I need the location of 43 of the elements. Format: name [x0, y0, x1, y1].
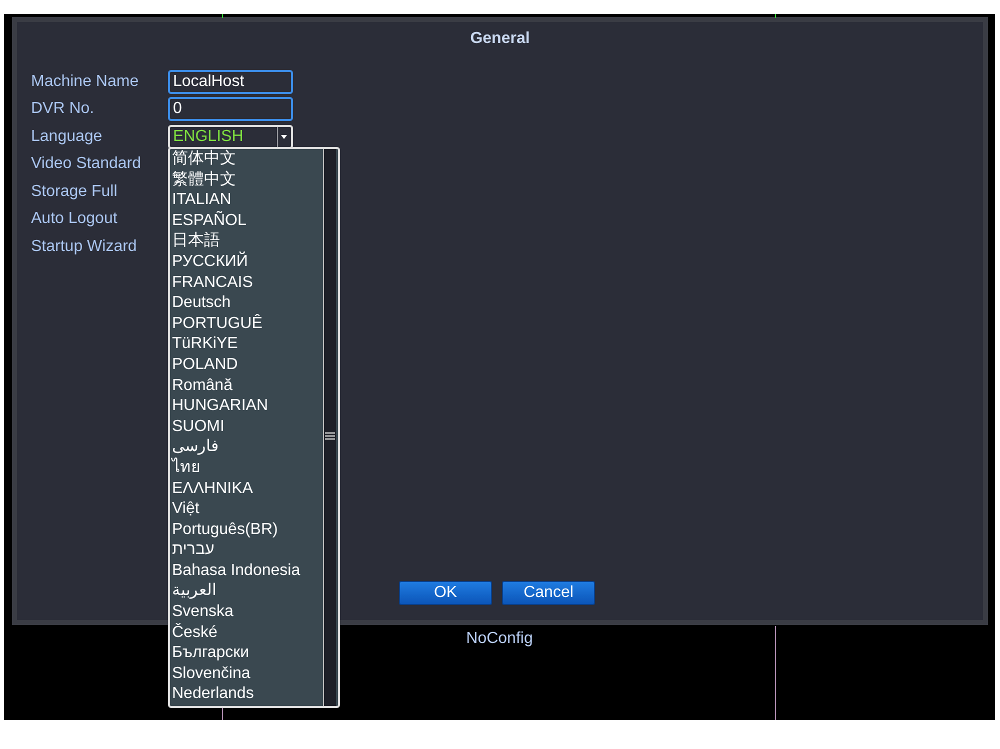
language-option[interactable]: Nederlands [172, 684, 321, 706]
language-option[interactable]: HUNGARIAN [172, 396, 321, 417]
language-option[interactable]: فارسی [172, 437, 321, 458]
language-option[interactable]: ไทย [172, 458, 321, 478]
field-label: Machine Name [31, 72, 140, 91]
language-option[interactable]: Română [172, 376, 321, 396]
language-option[interactable]: Svenska [172, 602, 321, 623]
language-option[interactable]: ITALIAN [172, 190, 321, 211]
language-option[interactable]: TüRKiYE [172, 334, 321, 355]
input-field[interactable]: 0 [168, 97, 293, 122]
language-option[interactable]: עברית [172, 540, 321, 561]
field-label: Storage Full [31, 182, 118, 201]
input-field[interactable]: LocalHost [168, 70, 293, 94]
language-option[interactable]: FRANCAIS [172, 272, 321, 294]
language-option[interactable]: 繁體中文 [172, 170, 321, 190]
language-list[interactable] [168, 147, 340, 708]
language-option[interactable]: 日本語 [172, 231, 321, 252]
status-text: NoConfig [466, 630, 533, 648]
field-label: Language [31, 128, 104, 146]
language-option[interactable]: Slovenčina [172, 664, 321, 684]
language-option[interactable]: PORTUGUÊ [172, 314, 321, 334]
language-option[interactable]: Български [172, 643, 321, 664]
field-label: Auto Logout [31, 210, 118, 228]
dialog-button[interactable]: Cancel [502, 581, 595, 605]
language-option[interactable]: POLAND [172, 354, 321, 376]
dialog-button[interactable]: OK [399, 581, 492, 605]
language-option[interactable]: Deutsch [172, 293, 321, 314]
language-option[interactable]: 简体中文 [172, 149, 321, 170]
language-option[interactable]: ESPAÑOL [172, 210, 321, 232]
language-option[interactable]: ΕΛΛΗΝΙΚΑ [172, 478, 321, 500]
language-option[interactable]: Việt [172, 499, 321, 520]
dialog-title: General [469, 29, 531, 48]
language-option[interactable]: РУССКИЙ [172, 252, 321, 273]
grip-icon [325, 432, 335, 442]
field-label: DVR No. [31, 100, 96, 118]
scrollbar[interactable] [323, 149, 336, 706]
language-option[interactable]: Português(BR) [172, 520, 321, 540]
field-label: Video Standard [31, 155, 142, 174]
language-option[interactable]: České [172, 622, 321, 644]
field-label: Startup Wizard [31, 238, 138, 256]
language-option[interactable]: Bahasa Indonesia [172, 560, 321, 582]
language-option[interactable]: SUOMI [172, 416, 321, 438]
language-option[interactable]: العربية [172, 581, 321, 602]
